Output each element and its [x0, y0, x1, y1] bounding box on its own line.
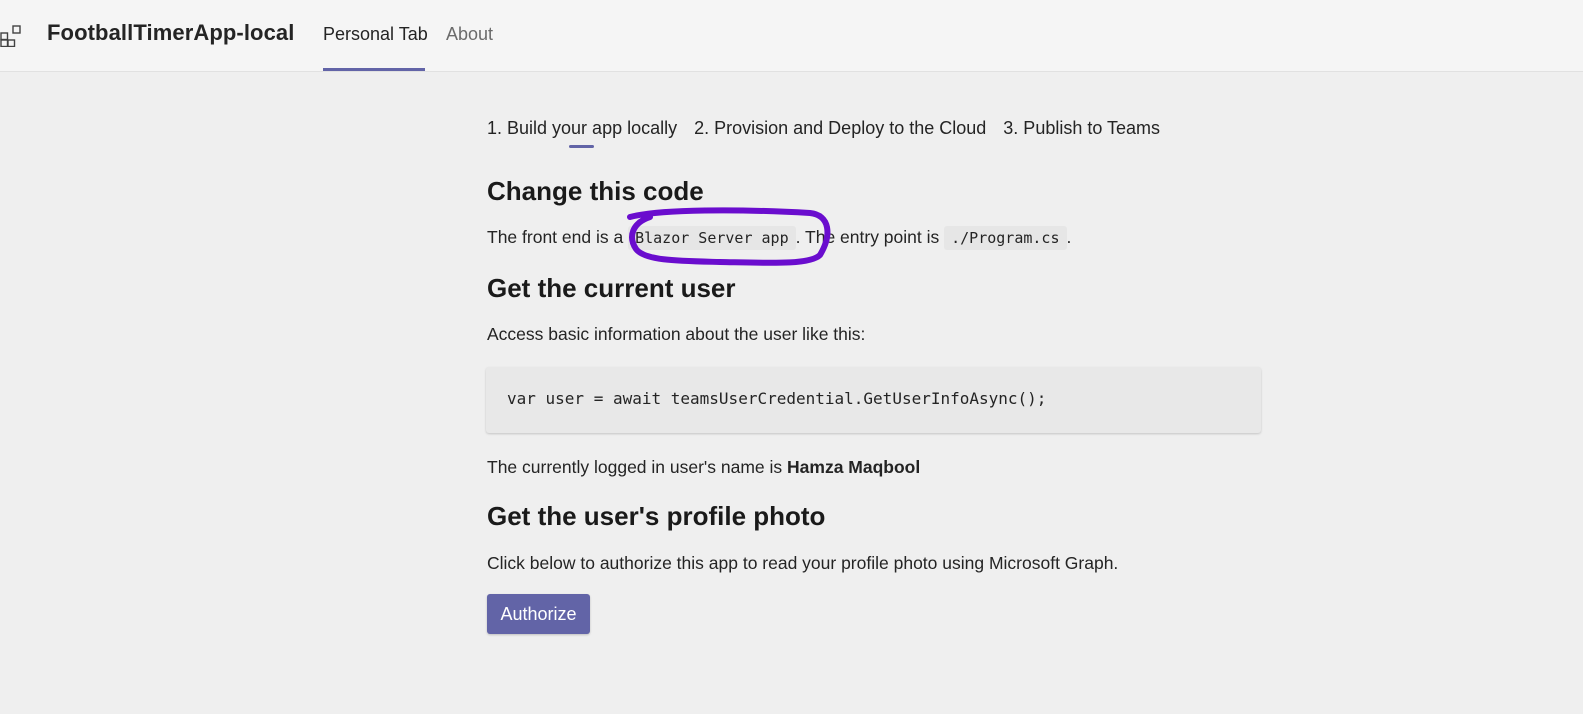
- tab-personal[interactable]: Personal Tab: [323, 24, 428, 45]
- code-program-cs: ./Program.cs: [944, 226, 1067, 250]
- authorize-button[interactable]: Authorize: [487, 594, 590, 634]
- step-build-locally[interactable]: 1. Build your app locally: [487, 118, 677, 139]
- heading-change-code: Change this code: [487, 176, 704, 206]
- code-blazor-server: Blazor Server app: [628, 226, 796, 250]
- front-end-text: The front end is a: [487, 227, 624, 247]
- step-provision-deploy[interactable]: 2. Provision and Deploy to the Cloud: [694, 118, 986, 139]
- step-publish-teams[interactable]: 3. Publish to Teams: [1003, 118, 1160, 139]
- heading-profile-photo: Get the user's profile photo: [487, 501, 826, 531]
- entry-point-text: . The entry point is: [795, 227, 940, 247]
- active-step-indicator: [569, 145, 594, 148]
- heading-current-user: Get the current user: [487, 273, 736, 303]
- logged-in-user-text: The currently logged in user's name is H…: [487, 457, 920, 478]
- steps-nav: 1. Build your app locally 2. Provision an…: [487, 118, 1160, 139]
- app-title: FootballTimerApp-local: [47, 20, 295, 45]
- code-block: var user = await teamsUserCredential.Get…: [486, 367, 1261, 433]
- logged-in-prefix: The currently logged in user's name is: [487, 457, 783, 477]
- code-get-user-info: var user = await teamsUserCredential.Get…: [507, 389, 1047, 408]
- profile-photo-intro: Click below to authorize this app to rea…: [487, 553, 1119, 573]
- tab-about[interactable]: About: [446, 24, 493, 45]
- apps-grid-icon[interactable]: [0, 23, 24, 47]
- front-end-description: The front end is a Blazor Server app. Th…: [487, 226, 1072, 250]
- active-tab-indicator: [323, 68, 425, 71]
- user-info-intro: Access basic information about the user …: [487, 324, 866, 344]
- user-name: Hamza Maqbool: [787, 457, 921, 477]
- period-text: .: [1066, 227, 1072, 247]
- app-header: FootballTimerApp-local Personal Tab Abou…: [0, 0, 1583, 72]
